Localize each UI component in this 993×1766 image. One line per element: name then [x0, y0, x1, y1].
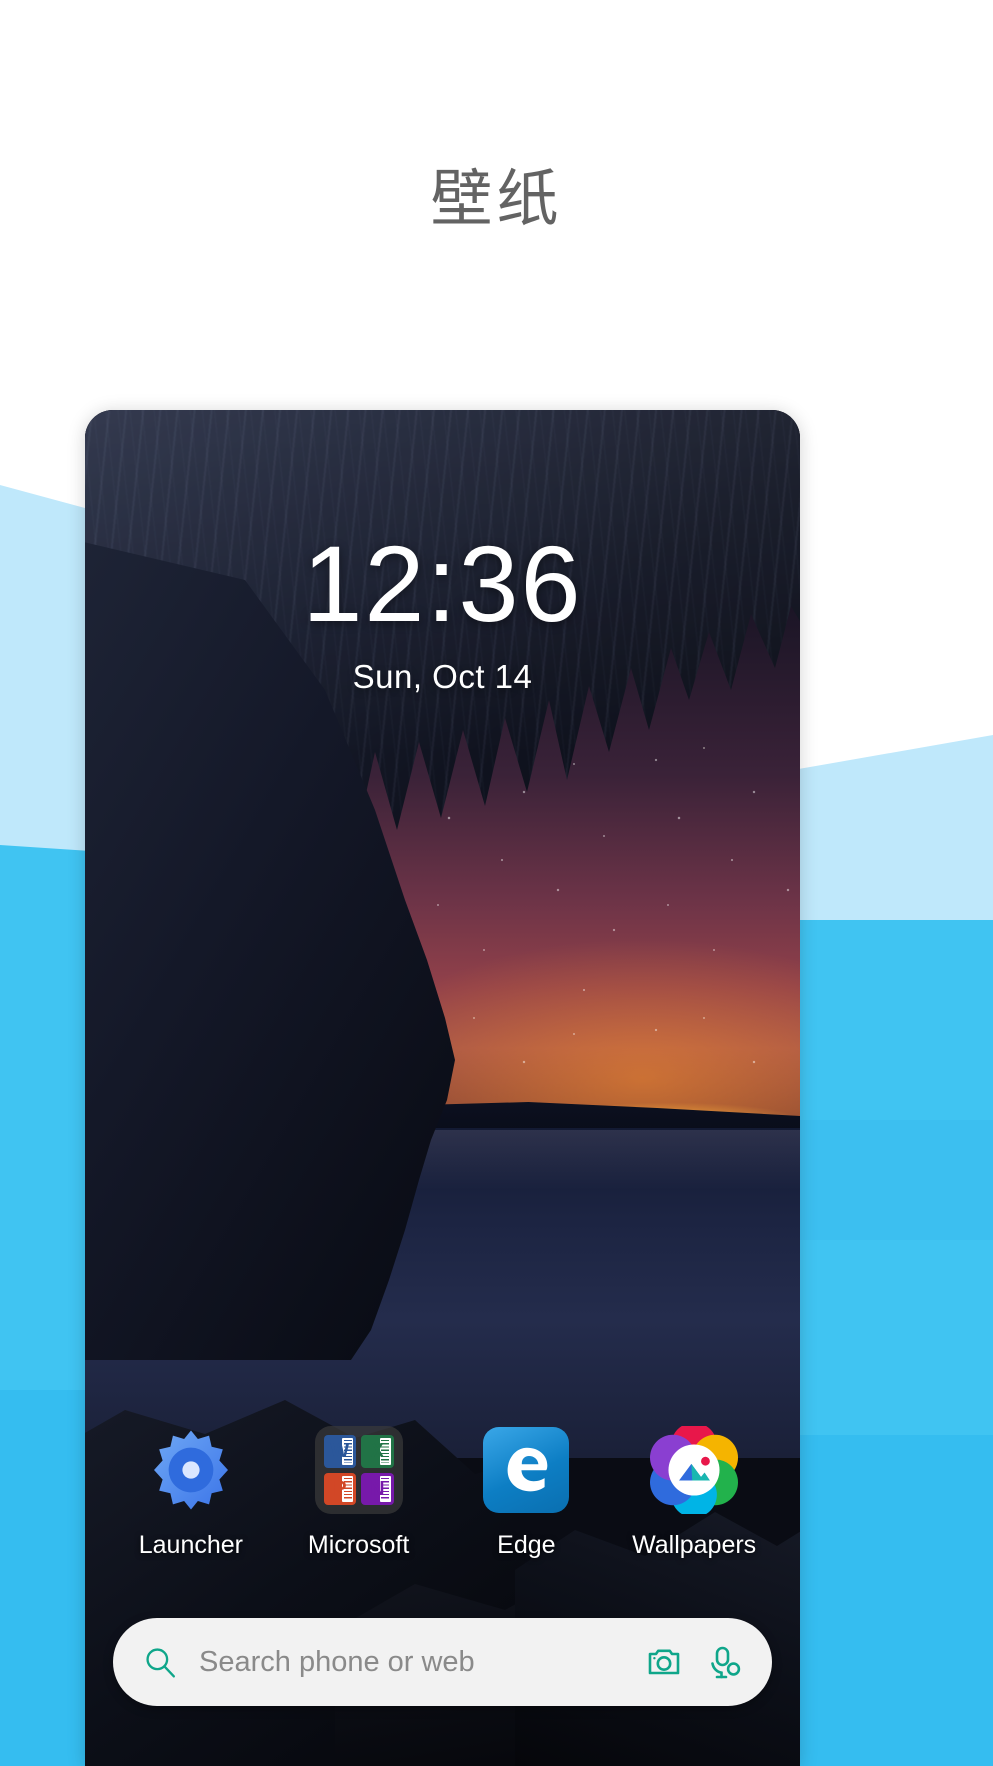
camera-icon [648, 1649, 680, 1675]
powerpoint-letter: P [333, 1477, 347, 1500]
microsoft-folder-icon: W X P N [314, 1426, 403, 1514]
search-bar[interactable] [113, 1618, 772, 1706]
app-wallpapers-icon-wrap [649, 1425, 739, 1515]
clock-time: 12:36 [302, 523, 583, 644]
excel-letter: X [370, 1440, 385, 1463]
wallpaper-preview-page: 壁纸 12:36 Sun, Oct 14 Launcher W X P N Mi… [0, 0, 993, 1766]
gear-icon [153, 1430, 228, 1510]
search-icon [146, 1648, 175, 1678]
edge-icon [483, 1427, 570, 1513]
app-wallpapers[interactable]: Wallpapers [618, 1425, 770, 1560]
app-microsoft-folder[interactable]: W X P N Microsoft [283, 1425, 435, 1560]
app-microsoft-label: Microsoft [307, 1531, 410, 1559]
wallpapers-icon [650, 1426, 739, 1514]
camera-search-button[interactable] [642, 1640, 686, 1684]
excel-icon: X [361, 1435, 394, 1468]
powerpoint-icon: P [323, 1472, 357, 1505]
onenote-letter: N [370, 1477, 385, 1500]
app-launcher[interactable]: Launcher [115, 1425, 267, 1560]
app-launcher-icon-wrap [146, 1425, 236, 1515]
stars-field [413, 740, 800, 1070]
lockscreen-clock: 12:36 Sun, Oct 14 [85, 530, 800, 696]
onenote-icon: N [361, 1472, 394, 1505]
word-icon: W [323, 1435, 357, 1468]
edge-e-glyph [507, 1447, 548, 1492]
microphone-icon [711, 1646, 741, 1679]
word-letter: W [330, 1440, 350, 1463]
voice-search-button[interactable] [702, 1640, 746, 1684]
phone-preview-card[interactable]: 12:36 Sun, Oct 14 Launcher W X P N Micro… [85, 410, 800, 1766]
app-edge-label: Edge [497, 1531, 556, 1559]
page-title: 壁纸 [430, 165, 563, 234]
clock-date: Sun, Oct 14 [352, 658, 533, 695]
app-edge-icon-wrap [481, 1425, 571, 1515]
app-edge[interactable]: Edge [450, 1425, 602, 1560]
app-microsoft-icon-wrap: W X P N [314, 1425, 404, 1515]
app-wallpapers-label: Wallpapers [632, 1531, 757, 1559]
app-launcher-label: Launcher [138, 1531, 243, 1559]
app-dock-row: Launcher W X P N Microsoft Edge Wallpape… [85, 1425, 800, 1560]
search-input[interactable] [199, 1645, 626, 1679]
